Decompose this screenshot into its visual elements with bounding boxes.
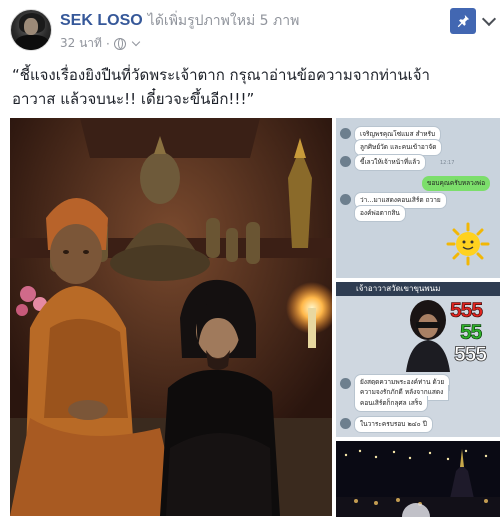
sun-icon <box>446 222 490 266</box>
photo-chat-screenshot-2[interactable]: เจ้าอาวาสวัดเขาขุนพนม 555 55 555 ยังสดุด… <box>336 282 500 437</box>
post-header: SEK LOSO ได้เพิ่มรูปภาพใหม่ 5 ภาพ 32 นาท… <box>0 0 500 60</box>
post-timestamp[interactable]: 32 นาที <box>60 34 102 53</box>
post-action-text: ได้เพิ่มรูปภาพใหม่ 5 ภาพ <box>147 13 300 29</box>
chat-avatar <box>340 156 351 167</box>
chat-bubble: คอนเสิร์ตก็กลุศล เสร็จ <box>354 396 429 412</box>
chat-avatar <box>340 128 351 139</box>
avatar-body <box>15 35 49 50</box>
meta-dot: · <box>105 36 110 51</box>
night-event-illustration <box>336 441 500 517</box>
post-message-line-1: “ชี้แจงเรื่องยิงปืนที่วัดพระเจ้าตาก กรุณ… <box>12 66 430 84</box>
post-meta: 32 นาที · <box>60 34 141 53</box>
pin-post-button[interactable] <box>450 8 476 34</box>
sticker-text-555-white: 555 <box>454 343 488 366</box>
pin-icon <box>457 14 470 28</box>
globe-icon[interactable] <box>113 37 126 50</box>
temple-photo-illustration <box>10 118 332 516</box>
chat-avatar <box>340 378 351 389</box>
chat-time: 12:17 <box>440 160 455 166</box>
photo-night-event[interactable] <box>336 441 500 517</box>
author-name-link[interactable]: SEK LOSO <box>60 12 143 29</box>
photo-temple-monk[interactable] <box>10 118 332 516</box>
chat-bubble: ในวาระครบรอบ ๒๔๐ ปี <box>354 416 433 433</box>
sticker-text-55-green: 55 <box>460 321 483 344</box>
avatar-face <box>24 18 38 35</box>
chat-header: เจ้าอาวาสวัดเขาขุนพนม <box>336 282 500 296</box>
chat-bubble: องค์พ่อตากสิน <box>354 205 406 222</box>
singer-sticker-illustration <box>406 300 450 372</box>
chat-avatar <box>340 418 351 429</box>
chat-avatar <box>340 194 351 205</box>
photo-chat-screenshot-1[interactable]: เจริญพรคุณโซ่แมส สำหรับ ลูกศิษย์วัด และค… <box>336 118 500 278</box>
post-message-line-2: อาวาส แล้วจบนะ!! เดี๋ยวจะขึ้นอีก!!!” <box>12 90 255 108</box>
sticker-text-555-red: 555 <box>450 299 484 322</box>
post-message: “ชี้แจงเรื่องยิงปืนที่วัดพระเจ้าตาก กรุณ… <box>12 63 492 111</box>
chat-bubble-sent: ขอบคุณครับหลวงพ่อ <box>422 176 491 191</box>
author-line: SEK LOSO ได้เพิ่มรูปภาพใหม่ 5 ภาพ <box>60 10 299 31</box>
chat-bubble: ขี้เลวให้เจ้าหน้าที่แล้ว <box>354 154 426 171</box>
post-options-chevron-icon[interactable] <box>482 12 496 26</box>
avatar[interactable] <box>10 9 52 51</box>
chevron-down-icon[interactable] <box>131 37 141 46</box>
